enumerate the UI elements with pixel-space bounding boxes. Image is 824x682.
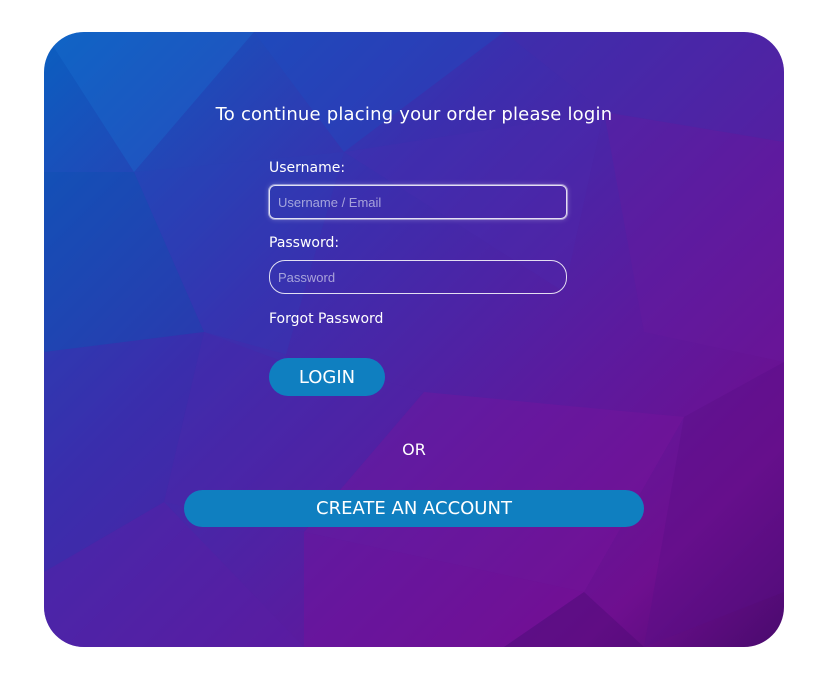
login-button[interactable]: LOGIN xyxy=(269,358,385,396)
or-divider: OR xyxy=(402,440,426,459)
password-label: Password: xyxy=(269,235,340,251)
login-form: To continue placing your order please lo… xyxy=(44,32,784,647)
page-title: To continue placing your order please lo… xyxy=(215,104,613,125)
login-card: To continue placing your order please lo… xyxy=(44,32,784,647)
username-label: Username: xyxy=(269,160,346,176)
username-input[interactable] xyxy=(269,185,567,219)
create-account-button[interactable]: CREATE AN ACCOUNT xyxy=(184,490,644,527)
forgot-password-link[interactable]: Forgot Password xyxy=(269,311,383,327)
password-input[interactable] xyxy=(269,260,567,294)
